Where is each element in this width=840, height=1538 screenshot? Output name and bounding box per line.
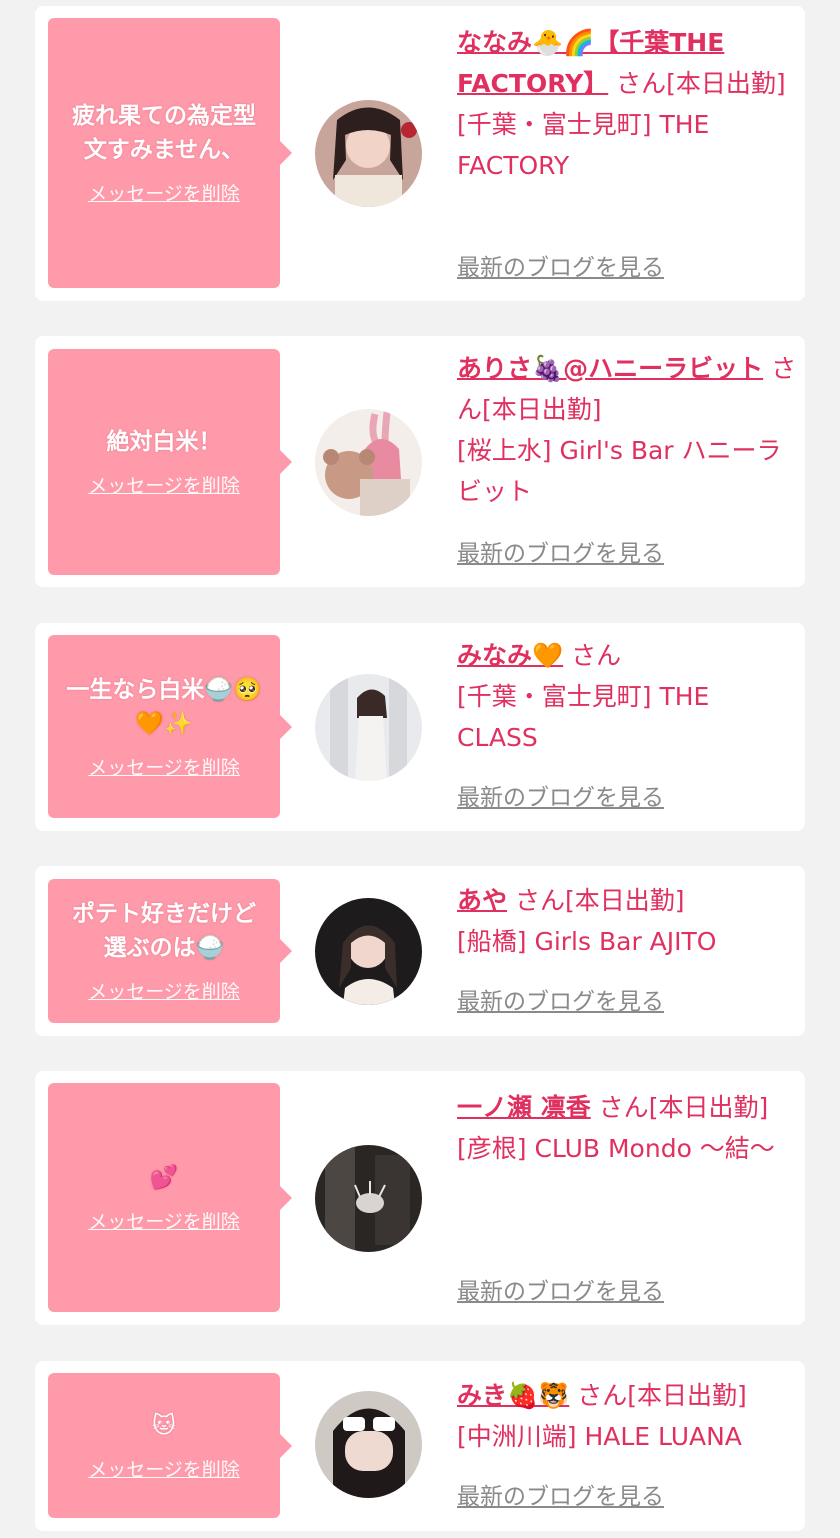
avatar[interactable]	[315, 100, 422, 207]
shop-label: [彦根] CLUB Mondo 〜結〜	[457, 1134, 775, 1163]
message-card: ポテト好きだけど選ぶのは🍚 メッセージを削除 あや さん[本日出勤] [船橋] …	[35, 866, 805, 1036]
shop-label: [中洲川端] HALE LUANA	[457, 1422, 742, 1451]
shop-label: [桜上水] Girl's Bar ハニーラビット	[457, 436, 782, 506]
message-card: 一生なら白米🍚🥺🧡✨ メッセージを削除 みなみ🧡 さん [千葉・富士見町] TH…	[35, 623, 805, 831]
honorific-label: さん	[598, 1093, 649, 1122]
cast-info: 一ノ瀬 凛香 さん[本日出勤] [彦根] CLUB Mondo 〜結〜	[457, 1087, 797, 1169]
shop-label: [千葉・富士見町] THE CLASS	[457, 682, 710, 752]
message-text: 疲れ果ての為定型文すみません、	[72, 103, 256, 163]
status-label: [本日出勤]	[666, 69, 786, 98]
avatar[interactable]	[315, 898, 422, 1005]
avatar[interactable]	[315, 409, 422, 516]
delete-message-link[interactable]: メッセージを削除	[88, 181, 240, 207]
cast-name-link[interactable]: 一ノ瀬 凛香	[457, 1093, 591, 1122]
message-bubble: 🐱 メッセージを削除	[48, 1373, 292, 1518]
cast-info: みなみ🧡 さん [千葉・富士見町] THE CLASS	[457, 635, 797, 758]
delete-message-link[interactable]: メッセージを削除	[88, 1209, 240, 1235]
honorific-label: さん	[616, 69, 667, 98]
message-text: 🐱	[152, 1412, 176, 1439]
message-text: 一生なら白米🍚🥺🧡✨	[66, 676, 262, 737]
cast-name-link[interactable]: あや	[457, 886, 507, 915]
view-blog-link[interactable]: 最新のブログを見る	[457, 253, 664, 283]
view-blog-link[interactable]: 最新のブログを見る	[457, 1277, 664, 1307]
message-bubble: 一生なら白米🍚🥺🧡✨ メッセージを削除	[48, 635, 292, 818]
view-blog-link[interactable]: 最新のブログを見る	[457, 1482, 664, 1512]
delete-message-link[interactable]: メッセージを削除	[88, 473, 240, 499]
delete-message-link[interactable]: メッセージを削除	[88, 1457, 240, 1483]
cast-info: ありさ🍇@ハニーラビット さん[本日出勤] [桜上水] Girl's Bar ハ…	[457, 348, 797, 512]
cast-name-link[interactable]: みなみ🧡	[457, 641, 563, 670]
avatar[interactable]	[315, 1145, 422, 1252]
message-bubble: 疲れ果ての為定型文すみません、 メッセージを削除	[48, 18, 292, 288]
cast-info: みき🍓🐯 さん[本日出勤] [中洲川端] HALE LUANA	[457, 1375, 797, 1457]
message-card: 絶対白米！ メッセージを削除 ありさ🍇@ハニーラビット さん[本日出勤] [桜上…	[35, 336, 805, 587]
message-bubble: 💕 メッセージを削除	[48, 1083, 292, 1312]
avatar[interactable]	[315, 1391, 422, 1498]
message-card: 疲れ果ての為定型文すみません、 メッセージを削除 ななみ🐣🌈【千葉THE FAC…	[35, 6, 805, 301]
view-blog-link[interactable]: 最新のブログを見る	[457, 783, 664, 813]
status-label: [本日出勤]	[564, 886, 685, 915]
message-card: 🐱 メッセージを削除 みき🍓🐯 さん[本日出勤] [中洲川端] HALE LUA…	[35, 1361, 805, 1531]
message-bubble: 絶対白米！ メッセージを削除	[48, 349, 292, 575]
status-label: [本日出勤]	[482, 395, 602, 424]
honorific-label: さん	[514, 886, 565, 915]
shop-label: [千葉・富士見町] THE FACTORY	[457, 110, 710, 180]
cast-info: ななみ🐣🌈【千葉THE FACTORY】 さん[本日出勤] [千葉・富士見町] …	[457, 22, 797, 186]
message-text: 💕	[149, 1164, 179, 1191]
message-text: 絶対白米！	[106, 429, 222, 455]
view-blog-link[interactable]: 最新のブログを見る	[457, 539, 664, 569]
honorific-label: さん	[571, 641, 622, 670]
cast-name-link[interactable]: みき🍓🐯	[457, 1381, 569, 1410]
view-blog-link[interactable]: 最新のブログを見る	[457, 987, 664, 1017]
status-label: [本日出勤]	[627, 1381, 747, 1410]
honorific-label: さん	[577, 1381, 628, 1410]
delete-message-link[interactable]: メッセージを削除	[88, 755, 240, 781]
status-label: [本日出勤]	[648, 1093, 769, 1122]
message-card: 💕 メッセージを削除 一ノ瀬 凛香 さん[本日出勤] [彦根] CLUB Mon…	[35, 1071, 805, 1325]
avatar[interactable]	[315, 674, 422, 781]
message-text: ポテト好きだけど選ぶのは🍚	[72, 901, 256, 961]
message-bubble: ポテト好きだけど選ぶのは🍚 メッセージを削除	[48, 879, 292, 1023]
delete-message-link[interactable]: メッセージを削除	[88, 979, 240, 1005]
shop-label: [船橋] Girls Bar AJITO	[457, 927, 717, 956]
cast-name-link[interactable]: ありさ🍇@ハニーラビット	[457, 354, 763, 383]
cast-info: あや さん[本日出勤] [船橋] Girls Bar AJITO	[457, 880, 797, 962]
